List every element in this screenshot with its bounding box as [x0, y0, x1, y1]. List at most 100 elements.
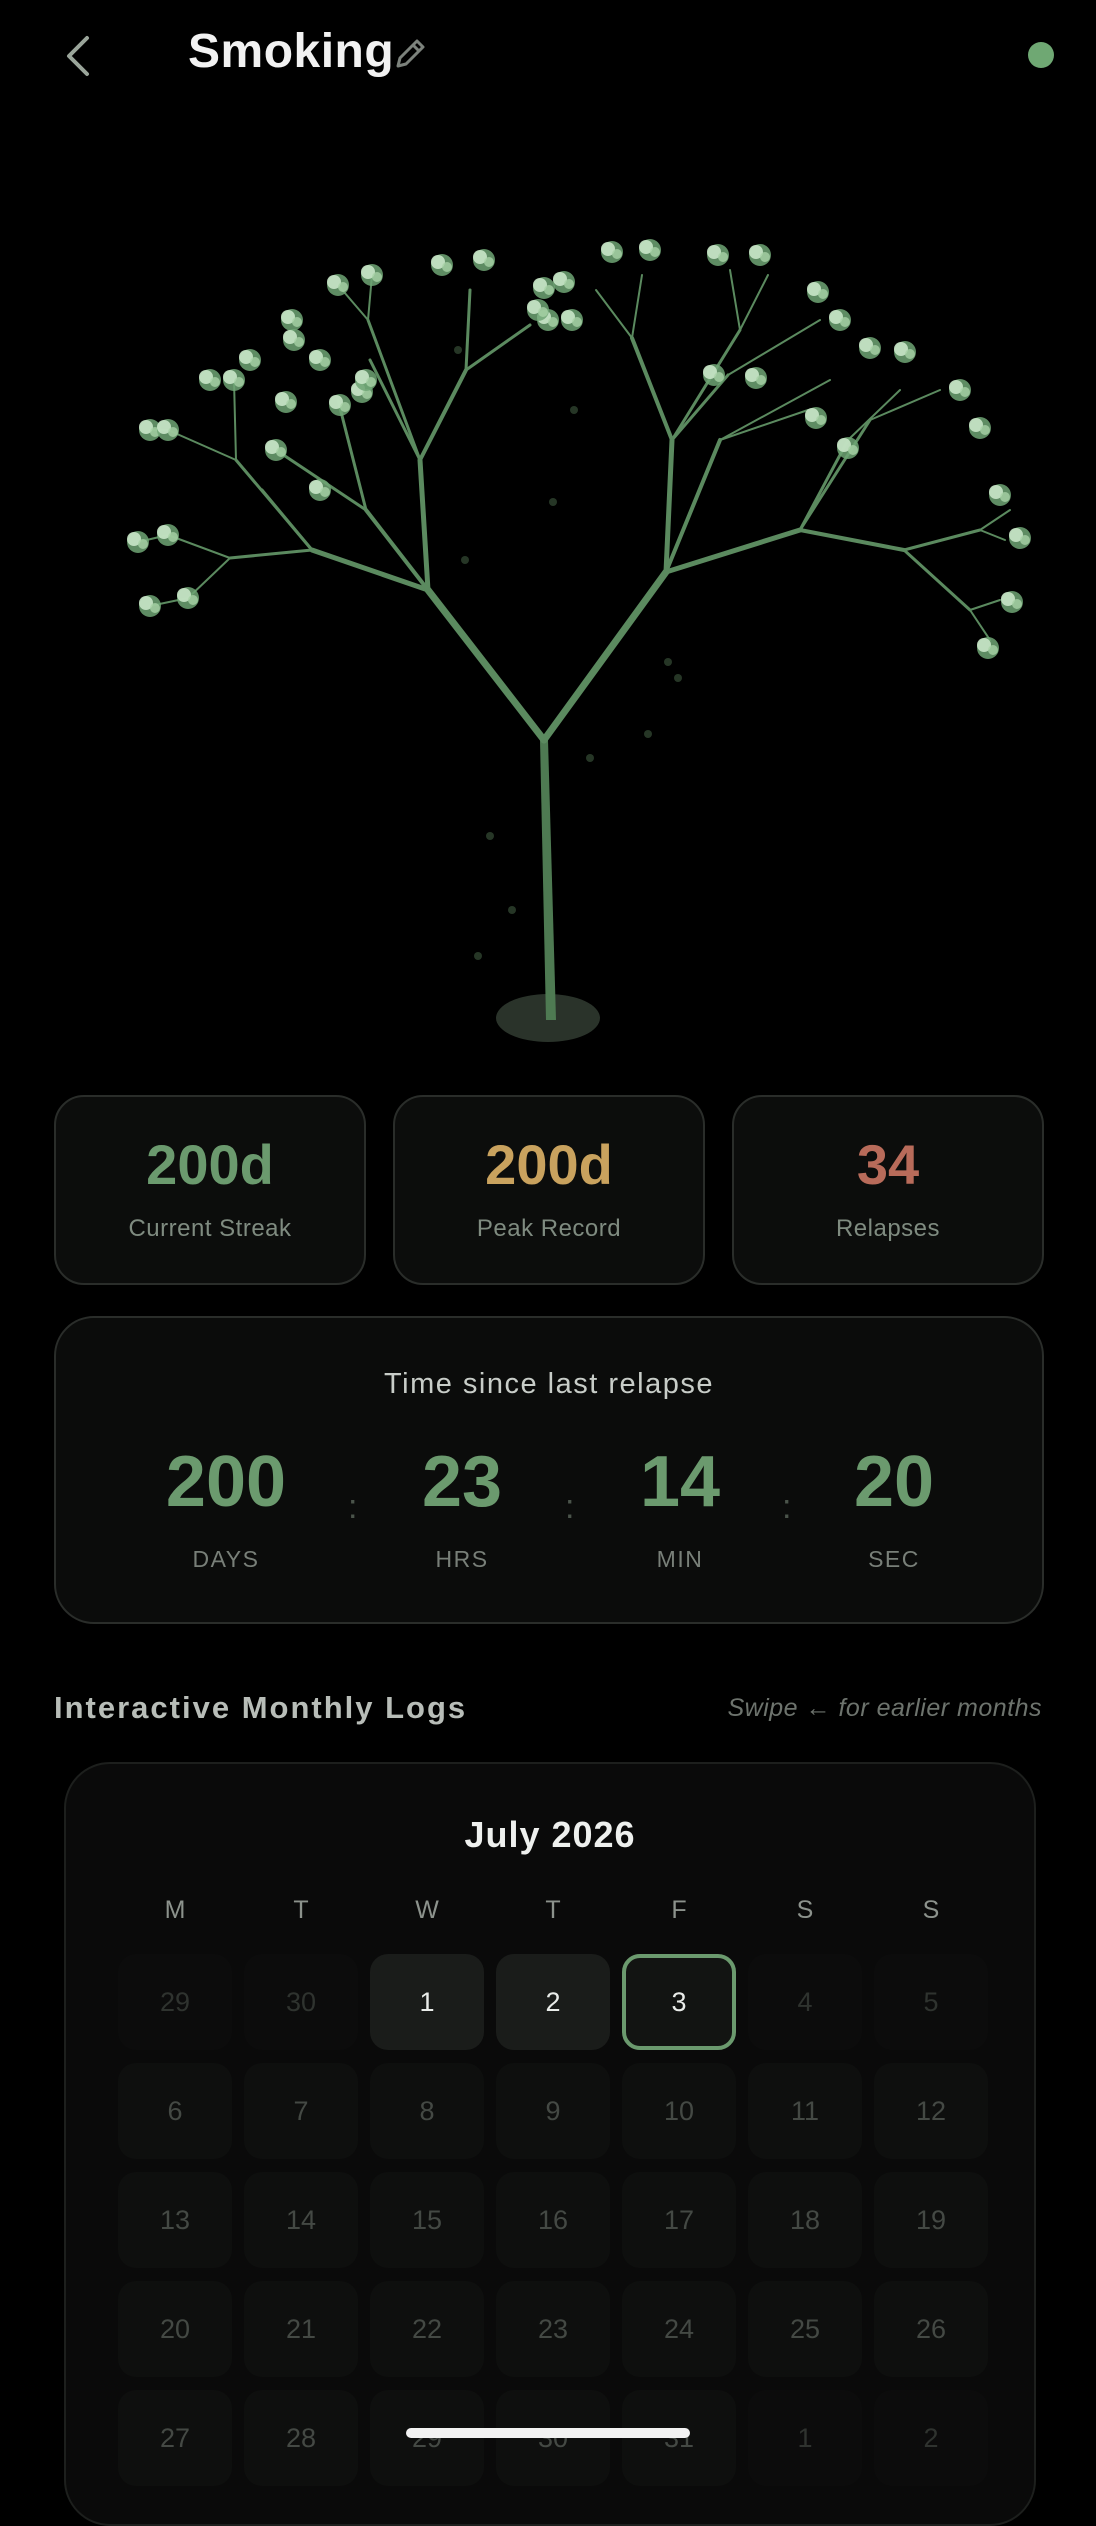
calendar-day[interactable]: 6 [118, 2063, 232, 2159]
tree-trunk [540, 740, 556, 1020]
calendar-day[interactable]: 28 [244, 2390, 358, 2486]
tree-blossom [355, 369, 377, 391]
peak-record-label: Peak Record [476, 1215, 622, 1242]
tree-branch [902, 548, 972, 612]
tree-blossom [157, 524, 179, 546]
calendar-day[interactable]: 19 [874, 2172, 988, 2268]
floating-particle [586, 754, 594, 762]
tree-branch [228, 548, 314, 560]
tree-blossom [745, 367, 767, 389]
tree-blossom [527, 299, 549, 321]
tree-branch [798, 418, 872, 532]
timer-seconds-label: SEC [868, 1546, 920, 1572]
tree-branch [729, 269, 741, 331]
tree-blossom [265, 439, 287, 461]
floating-particle [664, 658, 672, 666]
calendar-day[interactable]: 10 [622, 2063, 736, 2159]
calendar-day[interactable]: 31 [622, 2390, 736, 2486]
weekday-label: F [671, 1896, 687, 1924]
tree-branch [424, 586, 548, 744]
timer-minutes-value: 14 [639, 1442, 721, 1522]
tree-branch [969, 609, 991, 641]
tree-branch [233, 379, 237, 461]
calendar-day[interactable]: 12 [874, 2063, 988, 2159]
calendar-day-today[interactable]: 3 [622, 1954, 736, 2050]
calendar-day[interactable]: 1 [370, 1954, 484, 2050]
calendar-day[interactable]: 11 [748, 2063, 862, 2159]
tree-blossom [329, 394, 351, 416]
calendar-day[interactable]: 26 [874, 2281, 988, 2377]
relapse-timer-card: Time since last relapse 200 DAYS : 23 HR… [54, 1316, 1044, 1624]
calendar-day[interactable]: 13 [118, 2172, 232, 2268]
tree-blossom [805, 407, 827, 429]
calendar-day[interactable]: 22 [370, 2281, 484, 2377]
tree-blossom [327, 274, 349, 296]
calendar-day[interactable]: 14 [244, 2172, 358, 2268]
calendar-day[interactable]: 17 [622, 2172, 736, 2268]
timer-minutes-label: MIN [656, 1546, 704, 1572]
calendar-day[interactable]: 18 [748, 2172, 862, 2268]
tree-branch [417, 457, 431, 593]
peak-record-value: 200d [485, 1133, 613, 1196]
calendar-day[interactable]: 2 [496, 1954, 610, 2050]
calendar-day[interactable]: 29 [370, 2390, 484, 2486]
calendar-day[interactable]: 27 [118, 2390, 232, 2486]
calendar-day[interactable]: 1 [748, 2390, 862, 2486]
tree-branch [979, 529, 1006, 541]
tree-blossom [309, 479, 331, 501]
calendar-day[interactable]: 5 [874, 1954, 988, 2050]
weekday-label: M [164, 1896, 186, 1924]
calendar-day[interactable]: 29 [118, 1954, 232, 2050]
tree-blossom [281, 309, 303, 331]
tree-branch [595, 289, 633, 339]
tree-branch [739, 274, 769, 331]
timer-minutes: 14 MIN [580, 1446, 780, 1573]
calendar-day[interactable]: 24 [622, 2281, 736, 2377]
tree-branch [979, 509, 1011, 531]
timer-seconds: 20 SEC [794, 1446, 994, 1573]
back-button[interactable] [48, 26, 108, 86]
tree-blossom [807, 281, 829, 303]
calendar-day[interactable]: 20 [118, 2281, 232, 2377]
tree-blossom [639, 239, 661, 261]
floating-particle [570, 406, 578, 414]
calendar-day[interactable]: 30 [496, 2390, 610, 2486]
calendar-day[interactable]: 8 [370, 2063, 484, 2159]
tree-branch [260, 488, 314, 552]
calendar-day[interactable]: 15 [370, 2172, 484, 2268]
calendar-day[interactable]: 16 [496, 2172, 610, 2268]
tree-blossom [561, 309, 583, 331]
calendar-day[interactable]: 4 [748, 1954, 862, 2050]
calendar-day[interactable]: 7 [244, 2063, 358, 2159]
tree-branch [869, 389, 941, 421]
calendar-day[interactable]: 21 [244, 2281, 358, 2377]
tree-branch [969, 599, 1001, 611]
timer-days-label: DAYS [192, 1546, 260, 1572]
tree-blossom [239, 349, 261, 371]
tree-blossom [275, 391, 297, 413]
tree-blossom [473, 249, 495, 271]
tree-blossom [894, 341, 916, 363]
tree-blossom [703, 364, 725, 386]
home-indicator[interactable] [406, 2428, 690, 2438]
tree-blossom [223, 369, 245, 391]
peak-record-card: 200d Peak Record [393, 1095, 705, 1285]
tree-blossom [977, 637, 999, 659]
calendar-day[interactable]: 30 [244, 1954, 358, 2050]
edit-title-button[interactable] [390, 34, 430, 74]
timer-title: Time since last relapse [384, 1368, 714, 1400]
tree-blossom [837, 437, 859, 459]
tree-blossom [829, 309, 851, 331]
tree-blossom [177, 587, 199, 609]
tree-blossom [969, 417, 991, 439]
calendar-day[interactable]: 25 [748, 2281, 862, 2377]
calendar-day[interactable]: 23 [496, 2281, 610, 2377]
tree-blossom [309, 349, 331, 371]
floating-particle [486, 832, 494, 840]
monthly-logs-title: Interactive Monthly Logs [54, 1690, 468, 1725]
monthly-calendar[interactable]: July 2026 MTWTFSS 29 30 1 2 3 4 5 6 7 8 9 10 11 12 13 1… [64, 1762, 1036, 2526]
calendar-day[interactable]: 2 [874, 2390, 988, 2486]
timer-seconds-value: 20 [853, 1442, 935, 1522]
calendar-day[interactable]: 9 [496, 2063, 610, 2159]
tree-branch [670, 373, 730, 442]
